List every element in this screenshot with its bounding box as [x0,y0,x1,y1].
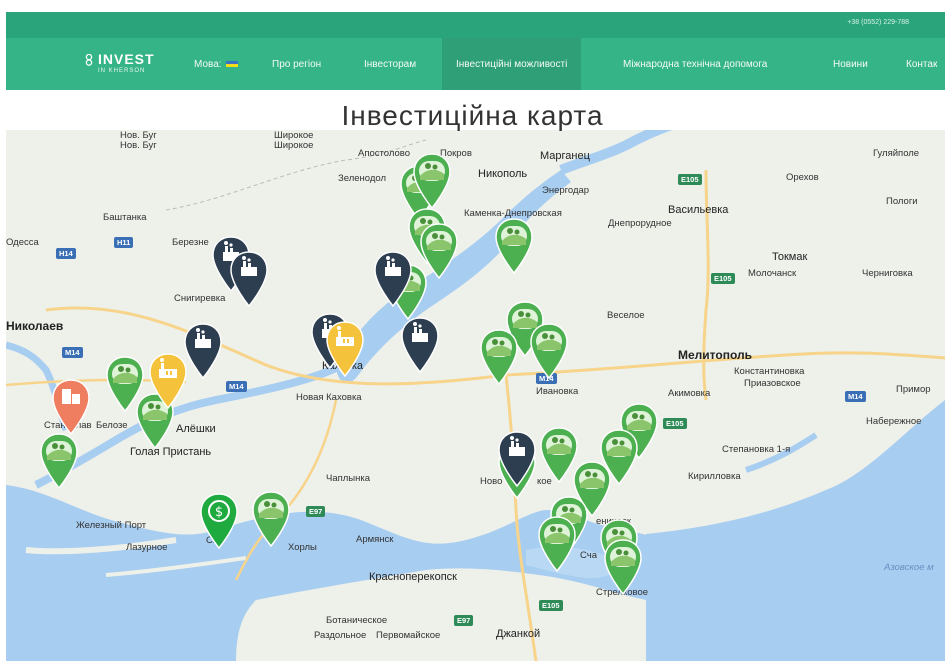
road-shield-e97: E97 [454,615,474,626]
city-label: Березне [172,237,209,248]
city-label: Раздольное [314,630,367,641]
phone-number[interactable]: +38 (0552) 229-788 [847,19,909,26]
agriculture-marker-icon[interactable] [411,152,453,210]
real-estate-marker-icon[interactable] [50,378,92,436]
city-label: Баштанка [103,212,147,223]
nav-language-label: Мова: [194,58,222,70]
city-label: Токмак [772,251,808,263]
city-label: Молочанск [748,268,797,279]
road-shield-e105: E105 [711,273,735,284]
city-label: Первомайское [376,630,441,641]
city-label: Новая Каховка [296,392,362,403]
logo-icon [85,54,93,66]
city-label: Орехов [786,172,819,183]
city-label: Железный Порт [76,520,147,531]
nav-item-news[interactable]: Новини [833,38,868,90]
city-label: Николаев [6,319,64,333]
city-label: Белозе [96,420,128,431]
page-title: Інвестиційна карта [341,100,604,131]
city-label: Константиновка [734,366,805,377]
city-label: Ивановка [536,386,579,397]
city-label: Джанкой [496,628,541,640]
city-label: Ботаническое [326,615,388,626]
ukraine-flag-icon[interactable] [225,61,238,67]
city-label: Чаплынка [326,473,371,484]
industry-marker-icon[interactable] [399,316,441,374]
city-label: Энергодар [542,185,590,196]
road-shield-m14: M14 [226,381,247,392]
city-label: Никополь [478,168,528,180]
road-shield-m14: M14 [845,391,866,402]
city-label: Набережное [866,416,922,427]
agriculture-marker-icon[interactable] [250,490,292,548]
nav-item-investors[interactable]: Інвесторам [364,38,416,90]
sea-label: Азовское м [884,562,934,573]
city-label: Гуляйполе [873,148,920,159]
city-label: Днепрорудное [608,218,672,229]
city-label: Акимовка [668,388,711,399]
road-shield-m14: M14 [62,347,83,358]
agriculture-marker-icon[interactable] [602,538,644,596]
factory-yellow-marker-icon[interactable] [324,320,366,378]
agriculture-marker-icon[interactable] [528,322,570,380]
city-label: Приазовское [744,378,801,389]
agriculture-marker-icon[interactable] [38,432,80,490]
city-label: Нов. Буг [120,140,157,151]
city-label: Степановка 1-я [722,444,791,455]
city-label: Примор [896,384,931,395]
city-label: Васильевка [668,204,729,216]
logo-subtext: IN KHERSON [98,68,146,74]
city-label: Одесса [6,237,39,248]
city-label: Снигиревка [174,293,226,304]
city-label: Алёшки [176,423,216,435]
factory-yellow-marker-icon[interactable] [147,352,189,410]
main-navbar: INVEST IN KHERSON Мова: Про регіон Інвес… [6,38,945,90]
industry-marker-icon[interactable] [496,430,538,488]
city-label: Апостолово [358,148,410,159]
nav-item-about[interactable]: Про регіон [272,38,321,90]
city-label: Черниговка [862,268,913,279]
industry-marker-icon[interactable] [228,250,270,308]
nav-item-contacts[interactable]: Контак [906,38,937,90]
city-label: Зеленодол [338,173,387,184]
finance-marker-icon[interactable]: $ [198,492,240,550]
city-label: Хорлы [288,542,317,553]
road-shield-h14: H14 [56,248,76,259]
city-label: Веселое [607,310,645,321]
city-label: Красноперекопск [369,571,457,583]
nav-item-tech-help[interactable]: Міжнародна технічна допомога [623,38,767,90]
road-shield-e105: E105 [678,174,702,185]
city-label: Кирилловка [688,471,741,482]
city-label: Широкое [274,140,314,151]
investment-map[interactable]: E105 E105 E105 E105 E97 E97 H11 H14 M14 … [6,130,945,661]
nav-language[interactable]: Мова: [194,38,238,90]
road-shield-e105: E105 [663,418,687,429]
agriculture-marker-icon[interactable] [478,328,520,386]
city-label: Марганец [540,150,590,162]
agriculture-marker-icon[interactable] [536,515,578,573]
city-label: Лазурное [126,542,168,553]
nav-item-opportunities[interactable]: Інвестиційні можливості [442,38,582,90]
top-contact-bar: +38 (0552) 229-788 [6,12,945,38]
svg-text:$: $ [215,505,223,520]
road-shield-h11: H11 [114,237,134,248]
city-label: Армянск [356,534,394,545]
city-label: Мелитополь [678,348,752,362]
city-label: Пологи [886,196,918,207]
road-shield-e97: E97 [306,506,326,517]
logo-text[interactable]: INVEST [98,51,155,67]
agriculture-marker-icon[interactable] [493,217,535,275]
industry-marker-icon[interactable] [372,250,414,308]
road-shield-e105: E105 [539,600,563,611]
